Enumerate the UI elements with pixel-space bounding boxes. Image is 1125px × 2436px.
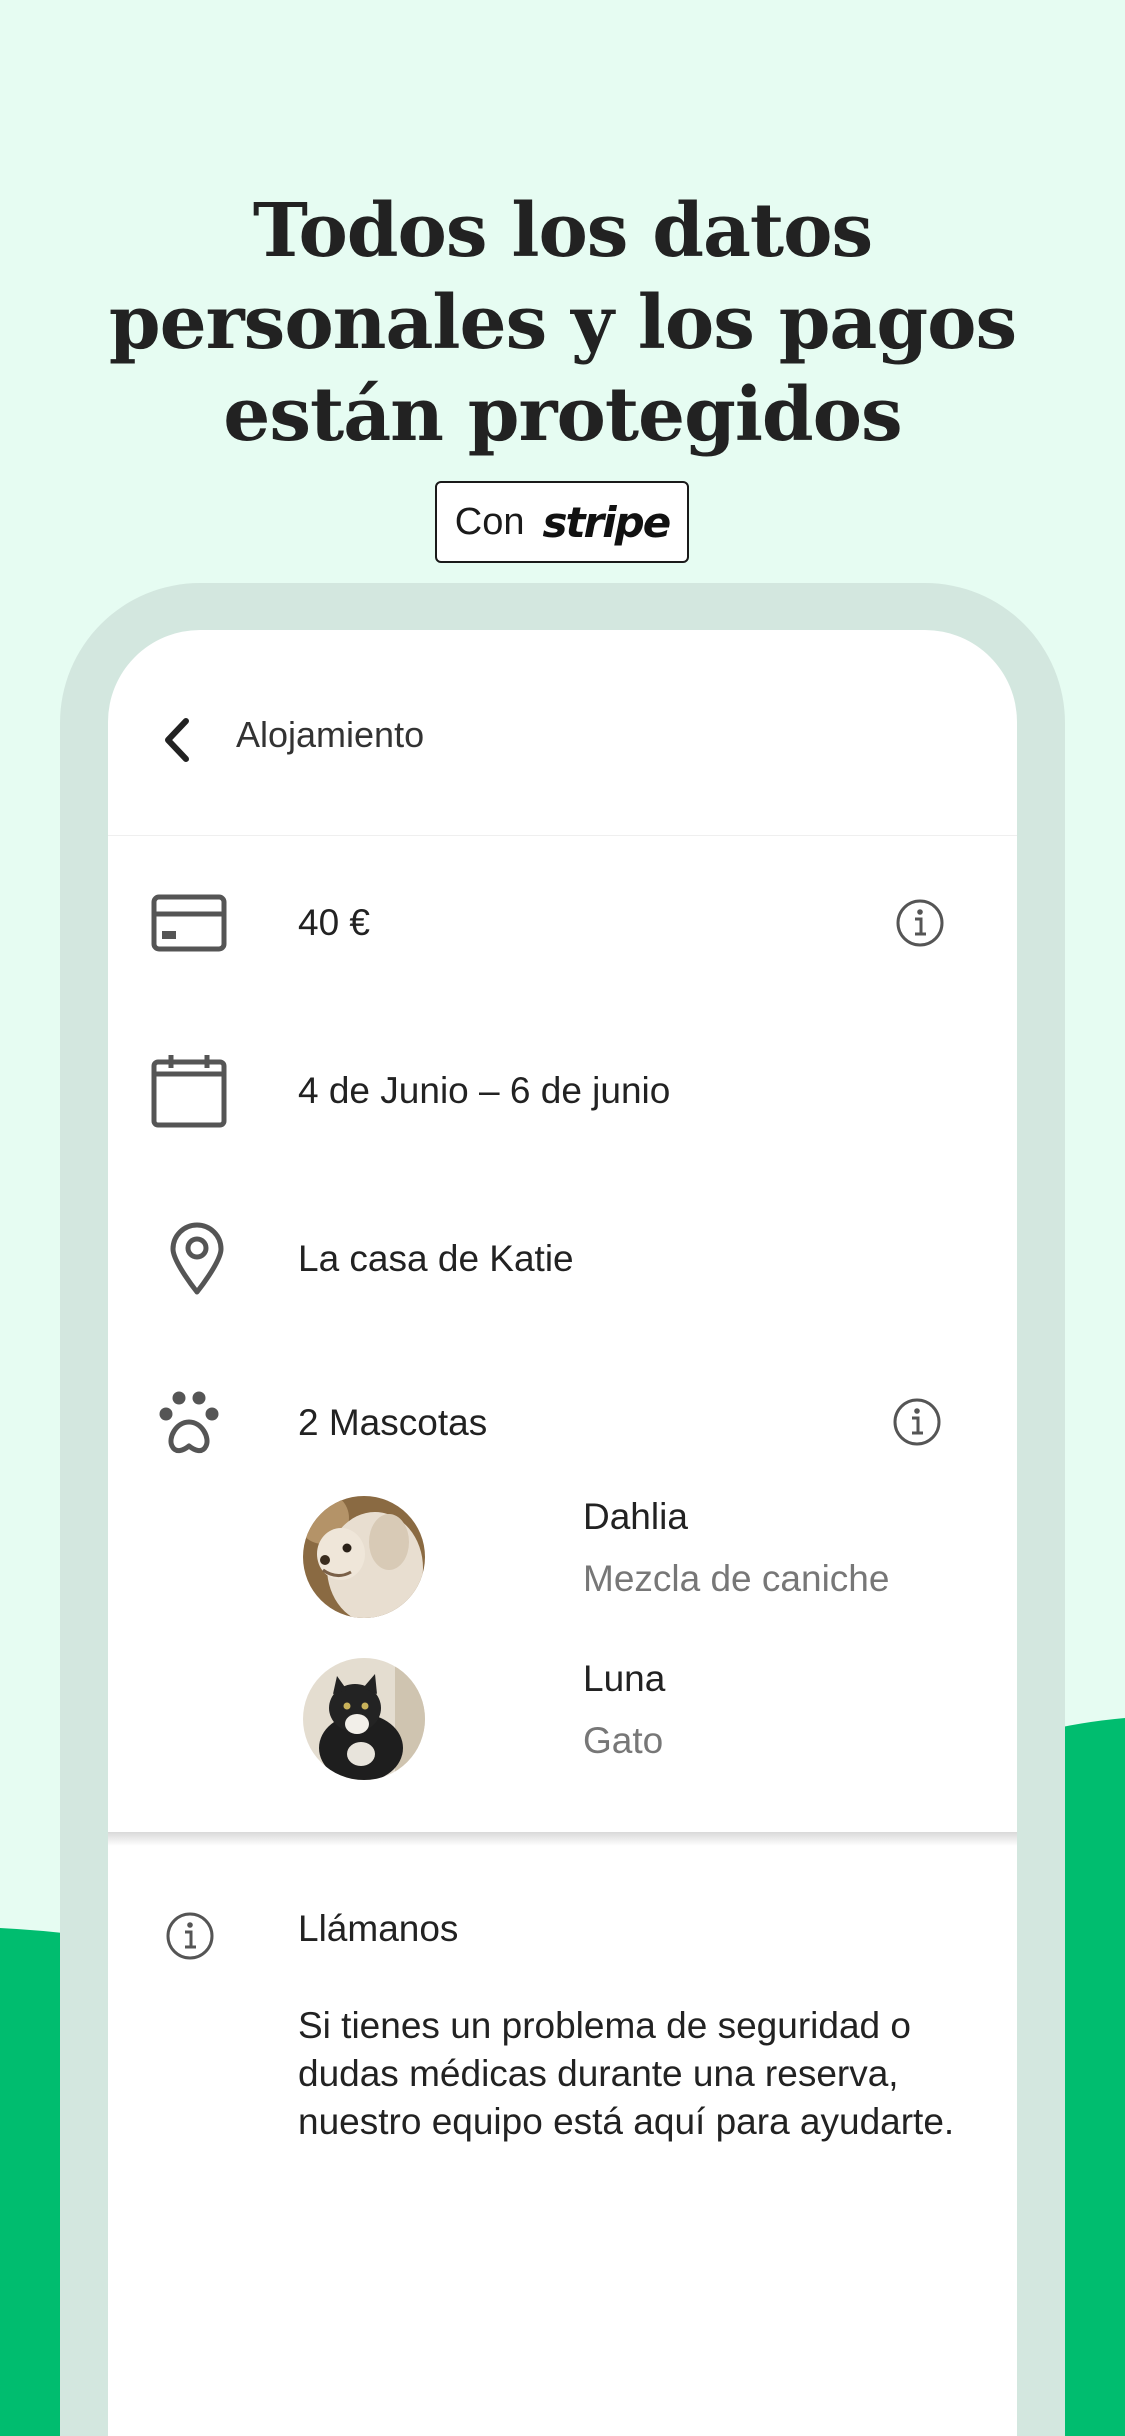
section-divider bbox=[108, 1832, 1017, 1846]
pet-item-luna[interactable]: Luna Gato bbox=[303, 1658, 1017, 1788]
location-pin-icon bbox=[156, 1218, 238, 1300]
info-icon bbox=[896, 899, 944, 947]
pets-row: 2 Mascotas bbox=[108, 1380, 1017, 1480]
pets-info-button[interactable] bbox=[891, 1396, 943, 1448]
pet-breed: Mezcla de caniche bbox=[583, 1558, 890, 1599]
pet-avatar bbox=[303, 1496, 425, 1618]
back-button[interactable] bbox=[152, 710, 202, 770]
help-info-icon-wrap bbox=[164, 1910, 216, 1962]
phone-screen: Alojamiento 40 € 4 de Junio – 6 de junio… bbox=[108, 630, 1017, 2436]
chevron-left-icon bbox=[165, 718, 189, 762]
headline-line-2: personales y los pagos bbox=[108, 280, 1017, 366]
price-row: 40 € bbox=[108, 882, 1017, 982]
credit-card-icon bbox=[148, 882, 230, 964]
pets-count: 2 Mascotas bbox=[298, 1402, 488, 1443]
headline-line-1: Todos los datos bbox=[252, 188, 873, 274]
stripe-badge: Con stripe bbox=[435, 481, 689, 563]
dates-row: 4 de Junio – 6 de junio bbox=[108, 1050, 1017, 1150]
pet-avatar bbox=[303, 1658, 425, 1780]
dates-value: 4 de Junio – 6 de junio bbox=[298, 1070, 671, 1111]
nav-bar: Alojamiento bbox=[108, 630, 1017, 836]
price-value: 40 € bbox=[298, 902, 371, 943]
pet-name: Dahlia bbox=[583, 1496, 688, 1537]
nav-title: Alojamiento bbox=[236, 714, 425, 755]
badge-prefix: Con bbox=[454, 500, 525, 543]
location-row: La casa de Katie bbox=[108, 1218, 1017, 1318]
pet-item-dahlia[interactable]: Dahlia Mezcla de caniche bbox=[303, 1496, 1017, 1626]
pet-name: Luna bbox=[583, 1658, 666, 1699]
page: Todos los datos personales y los pagos e… bbox=[0, 0, 1125, 2436]
paw-icon bbox=[148, 1380, 230, 1462]
price-info-button[interactable] bbox=[894, 897, 946, 949]
info-icon bbox=[893, 1398, 941, 1446]
page-headline: Todos los datos personales y los pagos e… bbox=[0, 185, 1125, 461]
help-body: Si tienes un problema de seguridad o dud… bbox=[298, 2005, 955, 2142]
headline-line-3: están protegidos bbox=[223, 372, 902, 458]
help-title[interactable]: Llámanos bbox=[298, 1908, 458, 1950]
pet-breed: Gato bbox=[583, 1720, 664, 1761]
location-value: La casa de Katie bbox=[298, 1238, 574, 1279]
calendar-icon bbox=[148, 1050, 230, 1132]
stripe-logo: stripe bbox=[542, 497, 671, 547]
info-icon bbox=[166, 1912, 214, 1960]
